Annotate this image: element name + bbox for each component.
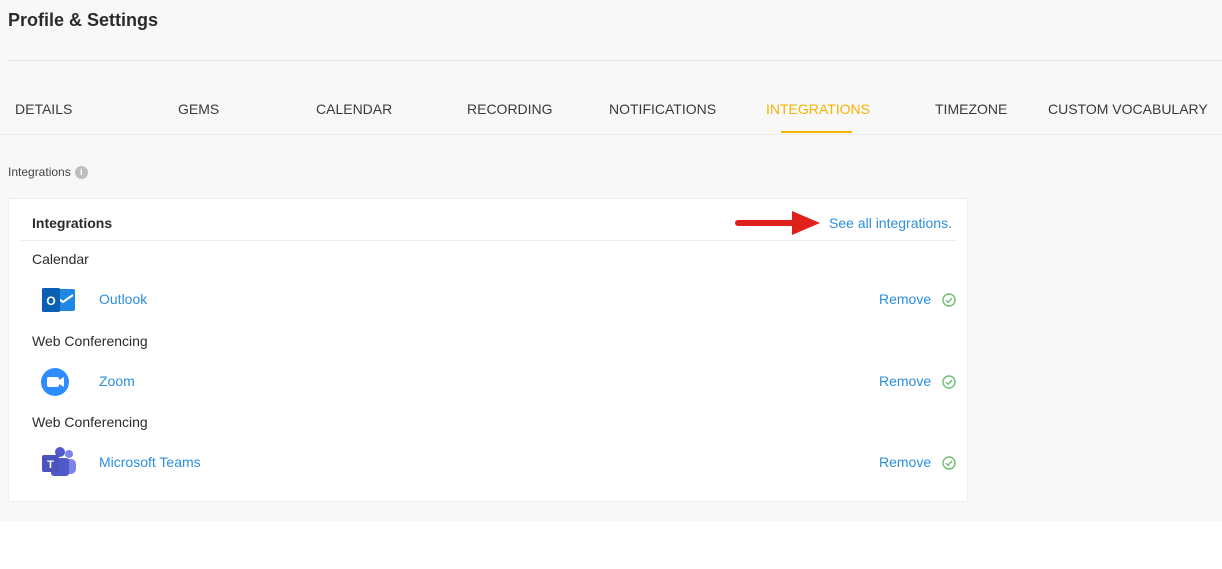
section-heading-label: Integrations [8, 165, 71, 179]
integration-name-zoom[interactable]: Zoom [99, 373, 135, 389]
remove-outlook-button[interactable]: Remove [879, 291, 931, 307]
check-circle-icon [942, 293, 956, 307]
tab-custom-vocabulary[interactable]: CUSTOM VOCABULARY [1048, 96, 1208, 134]
tab-integrations[interactable]: INTEGRATIONS [766, 96, 870, 134]
title-divider [8, 60, 1222, 61]
tab-gems[interactable]: GEMS [178, 96, 219, 134]
tab-timezone[interactable]: TIMEZONE [935, 96, 1007, 134]
tab-notifications[interactable]: NOTIFICATIONS [609, 96, 716, 134]
svg-text:O: O [46, 294, 55, 308]
integration-name-outlook[interactable]: Outlook [99, 291, 147, 307]
check-circle-icon [942, 375, 956, 389]
integration-row-zoom: Zoom Remove [39, 365, 959, 399]
section-heading: Integrations i [8, 165, 88, 179]
see-all-integrations-link[interactable]: See all integrations. [829, 215, 952, 231]
integration-row-outlook: O Outlook Remove [39, 283, 959, 317]
integration-row-microsoft-teams: T Microsoft Teams Remove [39, 446, 959, 480]
card-title: Integrations [32, 215, 113, 231]
settings-page: Profile & Settings DETAILS GEMS CALENDAR… [0, 0, 1222, 521]
active-tab-indicator [781, 131, 852, 133]
integrations-card: Integrations See all integrations. Calen… [8, 198, 968, 502]
card-divider [21, 240, 957, 241]
svg-text:T: T [47, 459, 54, 471]
info-icon[interactable]: i [74, 165, 88, 179]
tab-calendar[interactable]: CALENDAR [316, 96, 392, 134]
tab-bar: DETAILS GEMS CALENDAR RECORDING NOTIFICA… [0, 96, 1222, 135]
check-circle-icon [942, 456, 956, 470]
category-web-conferencing: Web Conferencing [32, 333, 148, 349]
category-web-conferencing-2: Web Conferencing [32, 414, 148, 430]
zoom-logo-icon [41, 368, 69, 396]
red-arrow-icon [735, 211, 820, 235]
teams-logo-icon: T [42, 447, 76, 476]
tab-details[interactable]: DETAILS [15, 96, 72, 134]
page-title: Profile & Settings [8, 10, 159, 30]
category-calendar: Calendar [32, 251, 89, 267]
integration-name-microsoft-teams[interactable]: Microsoft Teams [99, 454, 201, 470]
remove-zoom-button[interactable]: Remove [879, 373, 931, 389]
outlook-logo-icon: O [42, 288, 75, 312]
tab-recording[interactable]: RECORDING [467, 96, 553, 134]
remove-microsoft-teams-button[interactable]: Remove [879, 454, 931, 470]
